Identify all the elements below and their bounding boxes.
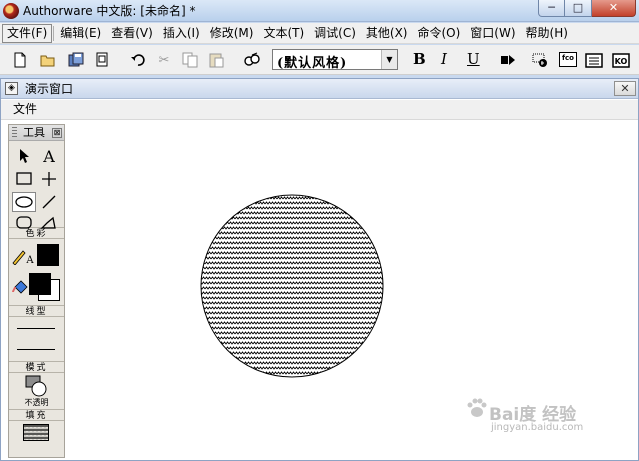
control-panel-icon[interactable] bbox=[530, 51, 550, 69]
text-style-value: (默认风格) bbox=[277, 56, 348, 71]
menu-view[interactable]: 查看(V) bbox=[106, 24, 158, 43]
diagonal-line-tool-icon[interactable] bbox=[37, 192, 61, 212]
pointer-tool-icon[interactable] bbox=[12, 146, 36, 166]
presentation-window-icon: ◈ bbox=[5, 82, 18, 95]
menu-file[interactable]: 文件(F) bbox=[2, 23, 53, 43]
italic-button[interactable]: I bbox=[441, 50, 447, 68]
menu-command[interactable]: 命令(O) bbox=[412, 24, 465, 43]
bold-button[interactable]: B bbox=[413, 50, 426, 68]
menu-edit[interactable]: 编辑(E) bbox=[55, 24, 106, 43]
new-file-icon[interactable] bbox=[10, 51, 30, 69]
paste-icon[interactable] bbox=[206, 51, 226, 69]
text-style-dropdown[interactable]: (默认风格) ▼ bbox=[272, 49, 398, 71]
baidu-watermark: Bai度 经验 jingyan.baidu.com bbox=[465, 392, 605, 442]
menu-other[interactable]: 其他(X) bbox=[361, 24, 413, 43]
line-sample-top[interactable] bbox=[17, 328, 55, 329]
baidu-paw-icon bbox=[467, 398, 487, 417]
watermark-url: jingyan.baidu.com bbox=[491, 422, 584, 433]
variables-icon[interactable] bbox=[584, 51, 604, 69]
straight-line-tool-icon[interactable] bbox=[37, 169, 61, 189]
svg-text:KO: KO bbox=[615, 57, 628, 66]
menu-text[interactable]: 文本(T) bbox=[258, 24, 309, 43]
menu-bar: 文件(F) 编辑(E) 查看(V) 插入(I) 修改(M) 文本(T) 调试(C… bbox=[0, 23, 639, 44]
rectangle-tool-icon[interactable] bbox=[12, 169, 36, 189]
run-icon[interactable] bbox=[498, 51, 518, 69]
text-tool-icon[interactable]: A bbox=[37, 146, 61, 166]
menu-modify[interactable]: 修改(M) bbox=[205, 24, 259, 43]
opaque-mode-icon[interactable] bbox=[25, 375, 49, 397]
section-mode: 模式 bbox=[9, 361, 64, 373]
hatched-circle-shape[interactable] bbox=[200, 194, 384, 378]
foreground-color-swatch[interactable] bbox=[37, 244, 59, 266]
authorware-app-icon[interactable] bbox=[3, 3, 19, 19]
palette-close-button[interactable]: ⊠ bbox=[52, 128, 62, 138]
menu-help[interactable]: 帮助(H) bbox=[521, 24, 573, 43]
color-block: A bbox=[9, 239, 64, 305]
svg-text:A: A bbox=[25, 255, 34, 265]
chevron-down-icon[interactable]: ▼ bbox=[381, 50, 397, 69]
fill-block[interactable] bbox=[9, 421, 64, 445]
save-all-icon[interactable] bbox=[66, 51, 86, 69]
ellipse-tool-icon[interactable] bbox=[12, 192, 36, 212]
cut-icon[interactable]: ✂ bbox=[154, 51, 174, 69]
underline-button[interactable]: U bbox=[467, 50, 480, 68]
presentation-close-button[interactable]: ✕ bbox=[614, 81, 636, 96]
menu-insert[interactable]: 插入(I) bbox=[158, 24, 205, 43]
copy-icon[interactable] bbox=[180, 51, 200, 69]
close-button[interactable]: ✕ bbox=[592, 0, 636, 17]
section-line-type: 线型 bbox=[9, 305, 64, 317]
maximize-button[interactable]: □ bbox=[565, 0, 592, 17]
mode-caption: 不透明 bbox=[24, 398, 49, 407]
presentation-title-bar: ◈ 演示窗口 ✕ bbox=[1, 79, 638, 99]
section-fill: 填充 bbox=[9, 409, 64, 421]
rounded-rectangle-tool-icon[interactable] bbox=[12, 213, 36, 233]
drawing-tools: A bbox=[9, 141, 64, 229]
line-sample-bottom[interactable] bbox=[17, 349, 55, 350]
title-bar: Authorware 中文版: [未命名] * ─ □ ✕ bbox=[0, 0, 639, 22]
import-icon[interactable] bbox=[92, 51, 112, 69]
open-file-icon[interactable] bbox=[38, 51, 58, 69]
undo-icon[interactable] bbox=[128, 51, 148, 69]
drag-grip-icon[interactable] bbox=[12, 127, 17, 138]
presentation-menu-bar: 文件 bbox=[1, 100, 638, 120]
mode-block[interactable]: 不透明 bbox=[9, 373, 64, 409]
line-type-block[interactable] bbox=[9, 317, 64, 361]
fill-color-swatch[interactable] bbox=[29, 273, 51, 295]
menu-separator bbox=[53, 25, 55, 41]
functions-button[interactable]: fco bbox=[559, 52, 577, 67]
fill-pattern-swatch[interactable] bbox=[23, 424, 49, 441]
polygon-tool-icon[interactable] bbox=[37, 213, 61, 233]
window-title: Authorware 中文版: [未命名] * bbox=[23, 4, 196, 18]
menu-debug[interactable]: 调试(C) bbox=[309, 24, 361, 43]
palette-title-bar[interactable]: 工具 ⊠ bbox=[9, 125, 64, 141]
pencil-text-color-icon[interactable]: A bbox=[10, 246, 36, 266]
paint-bucket-icon[interactable] bbox=[10, 277, 30, 297]
palette-title: 工具 bbox=[23, 126, 45, 139]
toolbar: ✂ (默认风格) ▼ B I U fco KO bbox=[0, 45, 639, 75]
window-controls: ─ □ ✕ bbox=[538, 0, 636, 17]
menu-window[interactable]: 窗口(W) bbox=[465, 24, 520, 43]
svg-text:A: A bbox=[42, 148, 55, 164]
minimize-button[interactable]: ─ bbox=[538, 0, 565, 17]
find-icon[interactable] bbox=[242, 51, 262, 69]
tools-palette: 工具 ⊠ A 色彩 A 线型 模式 不透明 填充 bbox=[8, 124, 65, 458]
presentation-title: 演示窗口 bbox=[25, 82, 74, 96]
knowledge-objects-icon[interactable]: KO bbox=[611, 51, 631, 69]
presentation-menu-file[interactable]: 文件 bbox=[13, 101, 37, 118]
